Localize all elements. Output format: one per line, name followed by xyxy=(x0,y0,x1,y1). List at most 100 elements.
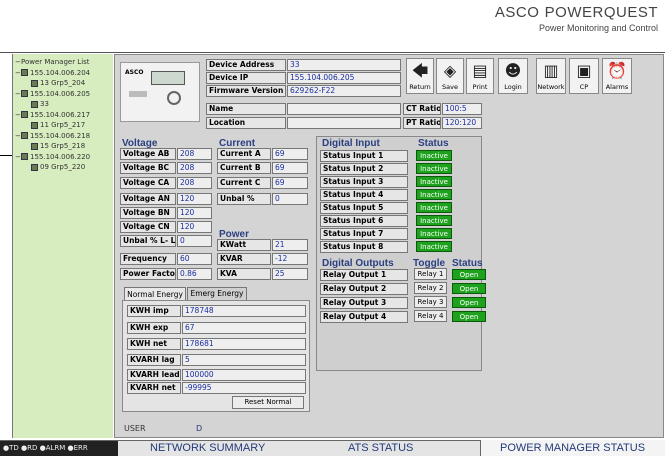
name-value xyxy=(287,103,401,115)
kvar-value: -12 xyxy=(272,253,308,265)
firmware-value: 629262-F22 xyxy=(287,85,401,97)
tree-child[interactable]: 11 Grp5_217 xyxy=(15,120,113,131)
kwh-exp-label: KWH exp xyxy=(127,322,181,334)
tree-child[interactable]: 09 Grp5_220 xyxy=(15,162,113,173)
alarm-clock-icon: ⏰ xyxy=(607,61,627,80)
firmware-label: Firmware Version xyxy=(206,85,286,97)
tree-item[interactable]: −155.104.006.220 xyxy=(15,152,113,163)
device-tree[interactable]: − Power Manager List −155.104.006.204 13 … xyxy=(12,54,113,438)
relay-3-button[interactable]: Relay 3 xyxy=(414,296,447,308)
tree-item[interactable]: −155.104.006.205 xyxy=(15,89,113,100)
status-input-7-badge: Inactive xyxy=(416,228,452,239)
device-ip-label: Device IP xyxy=(206,72,286,84)
tree-item[interactable]: −155.104.006.204 xyxy=(15,68,113,79)
status-input-8-badge: Inactive xyxy=(416,241,452,252)
status-input-2-badge: Inactive xyxy=(416,163,452,174)
device-icon xyxy=(21,153,28,161)
status-input-7-label: Status Input 7 xyxy=(320,228,408,240)
kvarh-net-label: KVARH net xyxy=(127,382,181,394)
power-factor-value: 0.86 xyxy=(177,268,212,280)
user-label: USER xyxy=(124,424,146,433)
kvarh-net-value: -99995 xyxy=(182,382,306,394)
device-ip-value: 155.104.006.205 xyxy=(287,72,401,84)
status-input-4-label: Status Input 4 xyxy=(320,189,408,201)
disk-icon: ◈ xyxy=(443,61,457,80)
current-c-label: Current C xyxy=(217,177,271,189)
status-input-3-label: Status Input 3 xyxy=(320,176,408,188)
device-logo: ASCO xyxy=(125,69,144,76)
cp-button[interactable]: ▣ CP xyxy=(569,58,599,94)
tree-item[interactable]: −155.104.006.218 xyxy=(15,131,113,142)
status-input-4-badge: Inactive xyxy=(416,189,452,200)
device-image: ASCO xyxy=(120,62,200,122)
meter-icon xyxy=(31,79,38,87)
relay-4-button[interactable]: Relay 4 xyxy=(414,310,447,322)
pt-ratio-label: PT Ratio xyxy=(403,117,441,129)
relay-2-status: Open xyxy=(452,283,486,294)
pt-ratio-value: 120:120 xyxy=(442,117,482,129)
status-input-5-badge: Inactive xyxy=(416,202,452,213)
relay-2-button[interactable]: Relay 2 xyxy=(414,282,447,294)
device-icon xyxy=(21,69,28,77)
save-button[interactable]: ◈ Save xyxy=(436,58,464,94)
brand-logo: ASCO POWERQUEST Power Monitoring and Con… xyxy=(490,2,662,52)
device-dial-icon xyxy=(167,91,181,105)
kvarh-lag-value: 5 xyxy=(182,354,306,366)
kwatt-value: 21 xyxy=(272,239,308,251)
device-keypad xyxy=(129,91,147,97)
login-button[interactable]: ☻ Login xyxy=(498,58,528,94)
alarms-button[interactable]: ⏰ Alarms xyxy=(602,58,632,94)
voltage-ca-label: Voltage CA xyxy=(120,177,176,189)
ct-ratio-value: 100:5 xyxy=(442,103,482,115)
kwatt-label: KWatt xyxy=(217,239,271,251)
kvar-label: KVAR xyxy=(217,253,271,265)
tab-ats-status[interactable]: ATS STATUS xyxy=(348,442,413,454)
tree-item[interactable]: −155.104.006.217 xyxy=(15,110,113,121)
digital-input-status-title: Status xyxy=(418,138,449,149)
printer-icon: ▤ xyxy=(472,61,488,80)
reset-normal-button[interactable]: Reset Normal xyxy=(232,396,304,409)
tree-child[interactable]: 33 xyxy=(15,99,113,110)
kva-value: 25 xyxy=(272,268,308,280)
meter-icon xyxy=(31,142,38,150)
tab-network-summary[interactable]: NETWORK SUMMARY xyxy=(150,442,265,454)
user-value: D xyxy=(196,424,203,433)
relay-output-4-label: Relay Output 4 xyxy=(320,311,408,323)
status-input-5-label: Status Input 5 xyxy=(320,202,408,214)
current-a-label: Current A xyxy=(217,148,271,160)
relay-1-status: Open xyxy=(452,269,486,280)
digital-outputs-title: Digital Outputs xyxy=(322,258,394,269)
tab-power-manager-status[interactable]: POWER MANAGER STATUS xyxy=(500,442,645,454)
device-icon xyxy=(21,90,28,98)
voltage-bn-value: 120 xyxy=(177,207,212,219)
relay-output-1-label: Relay Output 1 xyxy=(320,269,408,281)
print-button[interactable]: ▤ Print xyxy=(466,58,494,94)
digital-output-status-title: Status xyxy=(452,258,483,269)
kwh-exp-value: 67 xyxy=(182,322,306,334)
tree-root[interactable]: − Power Manager List xyxy=(15,57,113,68)
device-icon xyxy=(21,111,28,119)
led-indicators: ●TD ●RD ●ALRM ●ERR xyxy=(0,441,118,456)
tree-child[interactable]: 15 Grp5_218 xyxy=(15,141,113,152)
tab-emerg-energy[interactable]: Emerg Energy xyxy=(187,287,247,300)
network-button[interactable]: ▥ Network xyxy=(536,58,566,94)
relay-1-button[interactable]: Relay 1 xyxy=(414,268,447,280)
unbal-ll-label: Unbal % L- L xyxy=(120,235,176,247)
status-input-2-label: Status Input 2 xyxy=(320,163,408,175)
device-address-label: Device Address xyxy=(206,59,286,71)
relay-3-status: Open xyxy=(452,297,486,308)
frequency-value: 60 xyxy=(177,253,212,265)
user-icon: ☻ xyxy=(504,61,522,80)
network-icon: ▥ xyxy=(543,61,559,80)
voltage-bc-value: 208 xyxy=(177,162,212,174)
meter-icon xyxy=(31,100,38,108)
current-c-value: 69 xyxy=(272,177,308,189)
tree-child[interactable]: 13 Grp5_204 xyxy=(15,78,113,89)
voltage-an-label: Voltage AN xyxy=(120,193,176,205)
voltage-ab-value: 208 xyxy=(177,148,212,160)
return-button[interactable]: 🡄 Return xyxy=(406,58,434,94)
tab-normal-energy[interactable]: Normal Energy xyxy=(124,287,186,301)
voltage-cn-label: Voltage CN xyxy=(120,221,176,233)
location-value xyxy=(287,117,401,129)
control-panel-icon: ▣ xyxy=(576,61,592,80)
